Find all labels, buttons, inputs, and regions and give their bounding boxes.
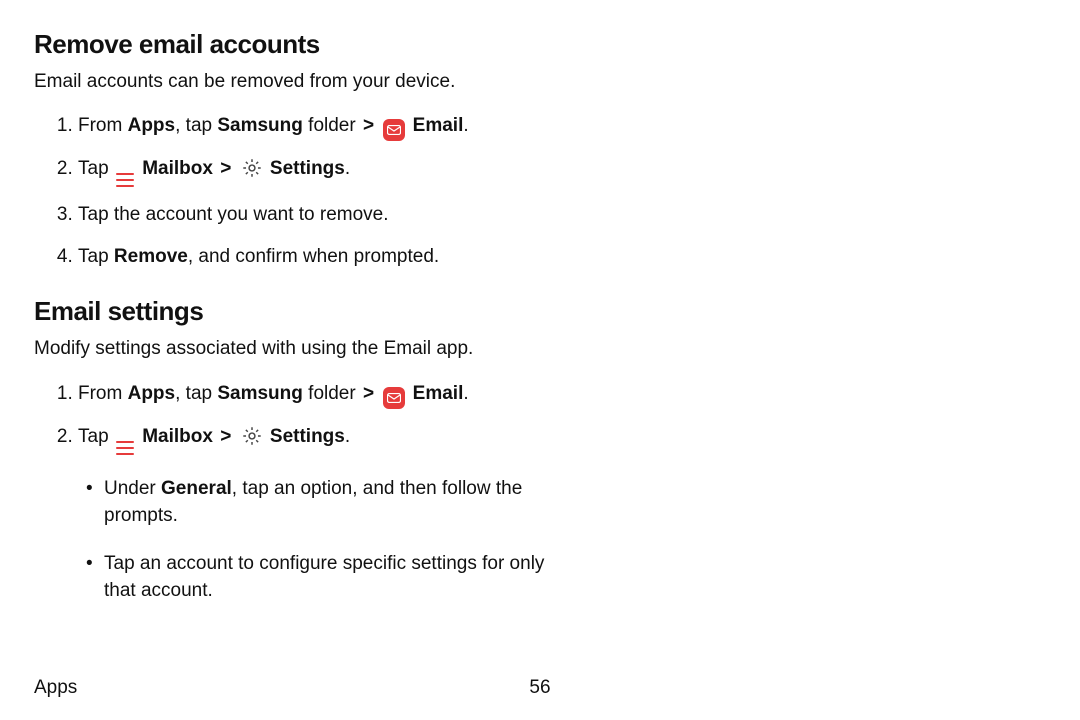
- bold-text: Settings: [270, 426, 345, 447]
- step-item: Tap Mailbox > Settings.Under General, ta…: [78, 416, 1046, 618]
- bold-text: Samsung: [217, 115, 303, 136]
- settings-gear-icon: [241, 157, 263, 179]
- chevron-right-icon: >: [218, 158, 233, 179]
- mailbox-icon: [116, 441, 134, 455]
- bold-text: General: [161, 478, 232, 499]
- step-item: From Apps, tap Samsung folder > Email.: [78, 105, 1046, 148]
- chevron-right-icon: >: [361, 115, 376, 136]
- section-heading: Email settings: [34, 293, 1046, 331]
- bold-text: Settings: [270, 158, 345, 179]
- footer-page: 56: [529, 674, 550, 702]
- step-item: Tap Remove, and confirm when prompted.: [78, 236, 1046, 278]
- bold-text: Remove: [114, 246, 188, 267]
- bold-text: Email: [413, 383, 464, 404]
- step-item: From Apps, tap Samsung folder > Email.: [78, 373, 1046, 416]
- bold-text: Apps: [128, 115, 176, 136]
- chevron-right-icon: >: [361, 383, 376, 404]
- bold-text: Email: [413, 115, 464, 136]
- bold-text: Mailbox: [142, 426, 213, 447]
- step-list: From Apps, tap Samsung folder > Email.Ta…: [34, 105, 1046, 277]
- bold-text: Mailbox: [142, 158, 213, 179]
- section-intro: Modify settings associated with using th…: [34, 335, 1046, 363]
- section-intro: Email accounts can be removed from your …: [34, 68, 1046, 96]
- step-item: Tap Mailbox > Settings.: [78, 148, 1046, 194]
- footer-section: Apps: [34, 674, 77, 702]
- email-icon: [383, 387, 405, 409]
- section-heading: Remove email accounts: [34, 26, 1046, 64]
- mailbox-icon: [116, 173, 134, 187]
- bold-text: Apps: [128, 383, 176, 404]
- step-list: From Apps, tap Samsung folder > Email.Ta…: [34, 373, 1046, 618]
- chevron-right-icon: >: [218, 426, 233, 447]
- step-item: Tap the account you want to remove.: [78, 194, 1046, 236]
- sub-item: Under General, tap an option, and then f…: [104, 461, 578, 536]
- settings-gear-icon: [241, 425, 263, 447]
- email-icon: [383, 119, 405, 141]
- bold-text: Samsung: [217, 383, 303, 404]
- sub-list: Under General, tap an option, and then f…: [78, 461, 578, 611]
- sub-item: Tap an account to configure specific set…: [104, 536, 578, 611]
- footer: Apps 56: [34, 674, 1046, 702]
